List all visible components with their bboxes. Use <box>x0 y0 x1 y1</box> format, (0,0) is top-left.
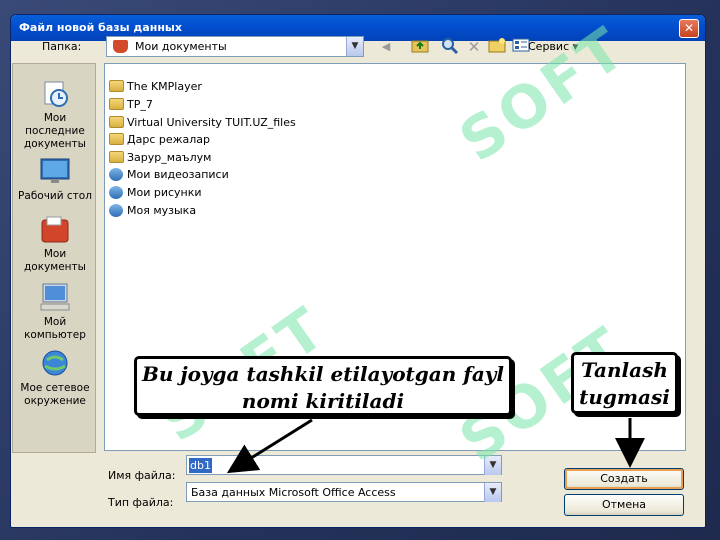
media-folder-icon <box>109 204 123 217</box>
place-my-documents[interactable]: Мои документы <box>13 214 97 274</box>
file-name: Дарс режалар <box>127 133 211 146</box>
network-icon <box>39 348 71 378</box>
list-item[interactable]: Заруp_маълум <box>109 149 211 166</box>
list-item[interactable]: Дарс режалар <box>109 131 210 148</box>
media-folder-icon <box>109 168 123 181</box>
list-item[interactable]: Virtual University TUIT.UZ_files <box>109 114 296 131</box>
location-value: Мои документы <box>135 40 227 53</box>
file-name: Virtual University TUIT.UZ_files <box>127 116 296 129</box>
media-folder-icon <box>109 186 123 199</box>
folder-icon <box>109 98 124 110</box>
location-label: Папка: <box>42 40 82 53</box>
annotation-line: Tanlash <box>581 358 668 382</box>
search-web-icon[interactable] <box>440 37 460 57</box>
filetype-value: База данных Microsoft Office Access <box>191 486 396 499</box>
filename-input[interactable]: db1 ▼ <box>186 455 502 475</box>
place-label: Мои документы <box>24 248 86 273</box>
place-label: Мое сетевое окружение <box>20 382 90 407</box>
filetype-label: Тип файла: <box>108 496 174 509</box>
recent-documents-icon <box>39 78 71 108</box>
chevron-down-icon[interactable]: ▼ <box>346 37 363 56</box>
chevron-down-icon[interactable]: ▼ <box>484 483 501 502</box>
place-desktop[interactable]: Рабочий стол <box>13 156 97 203</box>
create-button[interactable]: Создать <box>564 468 684 490</box>
folder-icon <box>109 116 124 128</box>
annotation-line: Bu joyga tashkil etilayotgan fayl <box>141 362 505 386</box>
up-folder-icon[interactable] <box>410 37 430 57</box>
list-item[interactable]: Мои видеозаписи <box>109 166 229 183</box>
annotation-line: nomi kiritiladi <box>241 389 405 413</box>
file-name: The KMPlayer <box>127 80 202 93</box>
folder-icon <box>109 133 124 145</box>
place-network[interactable]: Мое сетевое окружение <box>13 348 97 408</box>
place-label: Мои последние документы <box>24 112 86 150</box>
filetype-select[interactable]: База данных Microsoft Office Access ▼ <box>186 482 502 502</box>
folder-icon <box>109 80 124 92</box>
place-label: Рабочий стол <box>18 190 92 202</box>
close-button[interactable]: ✕ <box>679 19 699 38</box>
cancel-button[interactable]: Отмена <box>564 494 684 516</box>
file-name: TP_7 <box>127 98 153 111</box>
places-bar: Мои последние документы Рабочий стол Мои… <box>12 63 96 453</box>
new-folder-icon[interactable] <box>487 37 507 57</box>
my-documents-icon <box>113 40 128 53</box>
my-computer-icon <box>39 282 71 312</box>
file-name: Моя музыка <box>127 204 197 217</box>
my-documents-icon <box>39 214 71 244</box>
file-name: Заруp_маълум <box>127 151 212 164</box>
filename-annotation: Bu joyga tashkil etilayotgan fayl nomi k… <box>134 356 512 416</box>
list-item[interactable]: The KMPlayer <box>109 78 202 95</box>
dialog-title: Файл новой базы данных <box>19 21 182 34</box>
file-name: Мои рисунки <box>127 186 202 199</box>
list-item[interactable]: Мои рисунки <box>109 184 202 201</box>
list-item[interactable]: TP_7 <box>109 96 153 113</box>
location-select[interactable]: Мои документы ▼ <box>106 36 364 57</box>
button-annotation: Tanlash tugmasi <box>571 352 678 414</box>
annotation-line: tugmasi <box>579 385 670 409</box>
filename-label: Имя файла: <box>108 469 176 482</box>
place-label: Мой компьютер <box>24 316 86 341</box>
place-my-computer[interactable]: Мой компьютер <box>13 282 97 342</box>
folder-icon <box>109 151 124 163</box>
filename-value: db1 <box>189 458 212 473</box>
desktop-icon <box>39 156 71 186</box>
place-recent-documents[interactable]: Мои последние документы <box>13 78 97 151</box>
file-name: Мои видеозаписи <box>127 168 229 181</box>
list-item[interactable]: Моя музыка <box>109 202 196 219</box>
delete-icon[interactable]: ✕ <box>464 37 484 57</box>
back-icon[interactable]: ◀ <box>376 37 396 57</box>
